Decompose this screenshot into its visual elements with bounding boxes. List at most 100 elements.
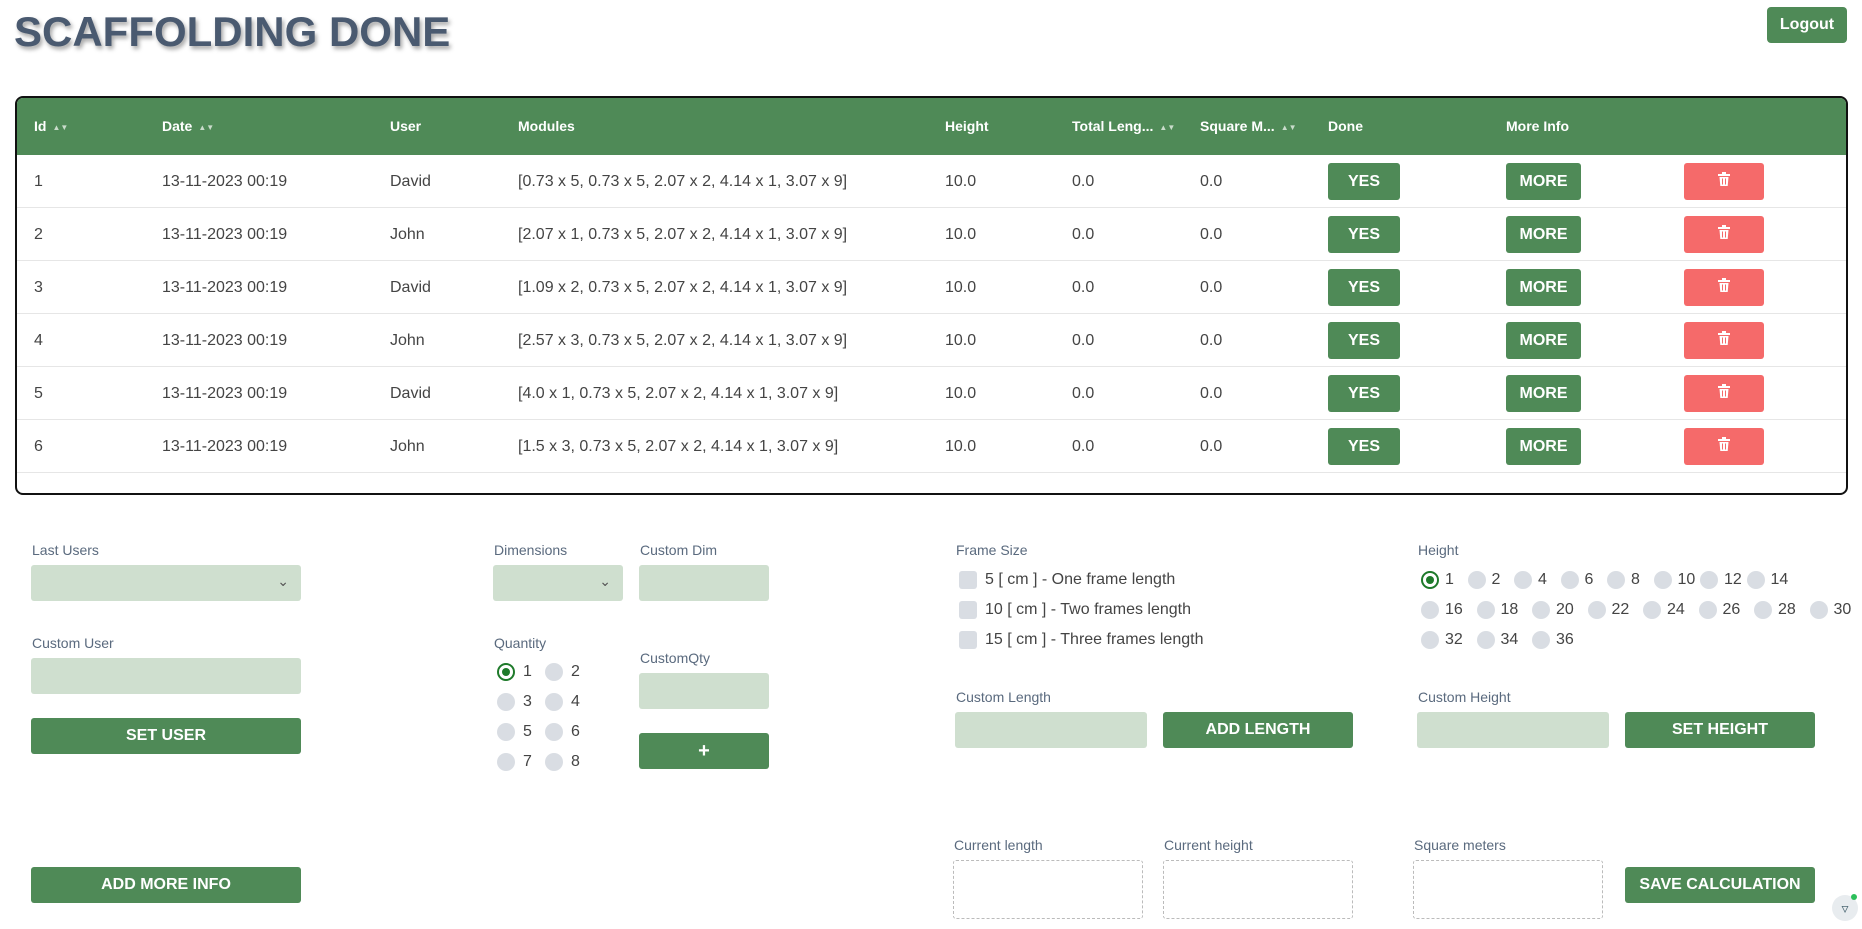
dimensions-select[interactable]: ⌄ [493, 565, 623, 601]
last-users-select[interactable]: ⌄ [31, 565, 301, 601]
frame-size-checkbox[interactable] [959, 571, 977, 589]
frame-size-checkbox[interactable] [959, 631, 977, 649]
cell-id: 4 [34, 332, 43, 349]
cell-total-length: 0.0 [1072, 438, 1095, 455]
height-radio-28[interactable] [1754, 601, 1772, 619]
quantity-radio-label: 3 [523, 693, 532, 710]
height-radio-34[interactable] [1476, 631, 1495, 649]
done-yes-button[interactable]: YES [1328, 375, 1400, 412]
quantity-radio-4[interactable] [545, 693, 563, 711]
logout-button[interactable]: Logout [1767, 7, 1847, 43]
height-radio-label: 4 [1538, 571, 1547, 588]
done-yes-button[interactable]: YES [1328, 428, 1400, 465]
set-height-button[interactable]: SET HEIGHT [1625, 712, 1815, 748]
cell-user: David [390, 173, 431, 190]
more-info-button[interactable]: MORE [1506, 322, 1581, 359]
column-header-total-length[interactable]: Total Leng... ▲▼ [1072, 98, 1175, 155]
delete-button[interactable] [1684, 163, 1764, 200]
cell-date: 13-11-2023 00:19 [162, 279, 288, 296]
done-yes-button[interactable]: YES [1328, 322, 1400, 359]
quantity-radio-8[interactable] [545, 753, 563, 771]
height-radio-36[interactable] [1532, 631, 1550, 649]
custom-dim-label: Custom Dim [640, 542, 718, 558]
quantity-radio-3[interactable] [497, 693, 515, 711]
cell-total-length: 0.0 [1072, 173, 1095, 190]
more-info-button[interactable]: MORE [1506, 375, 1581, 412]
height-radio-label: 6 [1584, 571, 1594, 588]
custom-dim-input[interactable] [639, 565, 769, 601]
quantity-radio-2[interactable] [545, 663, 563, 681]
height-radio-label: 8 [1631, 571, 1640, 588]
custom-length-input[interactable] [955, 712, 1147, 748]
trash-icon [1718, 384, 1730, 402]
status-dot [1851, 894, 1857, 900]
custom-height-input[interactable] [1417, 712, 1609, 748]
cell-id: 3 [34, 279, 43, 296]
delete-button[interactable] [1684, 375, 1764, 412]
height-radio-16[interactable] [1421, 601, 1439, 619]
done-yes-button[interactable]: YES [1328, 269, 1400, 306]
quantity-radio-1[interactable] [497, 663, 515, 681]
set-user-button[interactable]: SET USER [31, 718, 301, 754]
add-more-info-button[interactable]: ADD MORE INFO [31, 867, 301, 903]
custom-qty-input[interactable] [639, 673, 769, 709]
height-radio-1[interactable] [1421, 571, 1439, 589]
done-yes-button[interactable]: YES [1328, 163, 1400, 200]
height-radio-20[interactable] [1532, 601, 1550, 619]
quantity-radio-5[interactable] [497, 723, 515, 741]
column-header-id[interactable]: Id ▲▼ [34, 98, 68, 155]
height-radio-label: 18 [1500, 601, 1519, 618]
quantity-radio-6[interactable] [545, 723, 563, 741]
delete-button[interactable] [1684, 216, 1764, 253]
sort-icon[interactable]: ▲▼ [198, 123, 214, 132]
delete-button[interactable] [1684, 322, 1764, 359]
sort-icon[interactable]: ▲▼ [1281, 123, 1297, 132]
height-radio-32[interactable] [1421, 631, 1439, 649]
column-header-date[interactable]: Date ▲▼ [162, 98, 214, 155]
height-radio-8[interactable] [1607, 571, 1625, 589]
save-calculation-button[interactable]: SAVE CALCULATION [1625, 867, 1815, 903]
add-length-button[interactable]: ADD LENGTH [1163, 712, 1353, 748]
add-quantity-button[interactable]: + [639, 733, 769, 769]
current-height-label: Current height [1164, 837, 1253, 853]
height-radio-24[interactable] [1643, 601, 1661, 619]
quantity-label: Quantity [494, 635, 547, 651]
column-header-square-meters[interactable]: Square M... ▲▼ [1200, 98, 1297, 155]
height-radio-26[interactable] [1698, 601, 1717, 619]
more-info-button[interactable]: MORE [1506, 269, 1581, 306]
height-radio-2[interactable] [1467, 571, 1486, 589]
table-header: Id ▲▼ Date ▲▼ User Modules Height Total Le… [17, 98, 1846, 155]
height-radio-4[interactable] [1514, 571, 1532, 589]
more-info-button[interactable]: MORE [1506, 428, 1581, 465]
custom-user-input[interactable] [31, 658, 301, 694]
dimensions-label: Dimensions [494, 542, 568, 558]
cell-date: 13-11-2023 00:19 [162, 332, 288, 349]
frame-size-option-label: 10 [ cm ] - Two frames length [985, 601, 1192, 618]
cell-user: John [390, 226, 425, 243]
height-radio-18[interactable] [1476, 601, 1495, 619]
height-radio-10[interactable] [1653, 571, 1672, 589]
height-radio-22[interactable] [1587, 601, 1606, 619]
more-info-button[interactable]: MORE [1506, 163, 1581, 200]
cell-modules: [1.5 x 3, 0.73 x 5, 2.07 x 2, 4.14 x 1, … [518, 438, 839, 455]
height-radio-14[interactable] [1746, 571, 1765, 589]
column-header-done: Done [1328, 118, 1363, 134]
height-radio-12[interactable] [1700, 571, 1718, 589]
column-header-height: Height [945, 118, 989, 134]
done-yes-button[interactable]: YES [1328, 216, 1400, 253]
trash-icon [1718, 331, 1730, 349]
quantity-radio-label: 6 [571, 723, 580, 740]
delete-button[interactable] [1684, 269, 1764, 306]
delete-button[interactable] [1684, 428, 1764, 465]
sort-icon[interactable]: ▲▼ [52, 123, 68, 132]
height-radio-label: 20 [1556, 601, 1574, 618]
custom-qty-label: CustomQty [640, 650, 711, 666]
frame-size-checkbox[interactable] [959, 601, 977, 619]
sort-icon[interactable]: ▲▼ [1159, 123, 1175, 132]
more-info-button[interactable]: MORE [1506, 216, 1581, 253]
custom-length-label: Custom Length [956, 689, 1051, 705]
column-header-more-info: More Info [1506, 118, 1569, 134]
quantity-radio-7[interactable] [497, 753, 515, 771]
height-radio-6[interactable] [1560, 571, 1579, 589]
height-radio-30[interactable] [1809, 601, 1828, 619]
